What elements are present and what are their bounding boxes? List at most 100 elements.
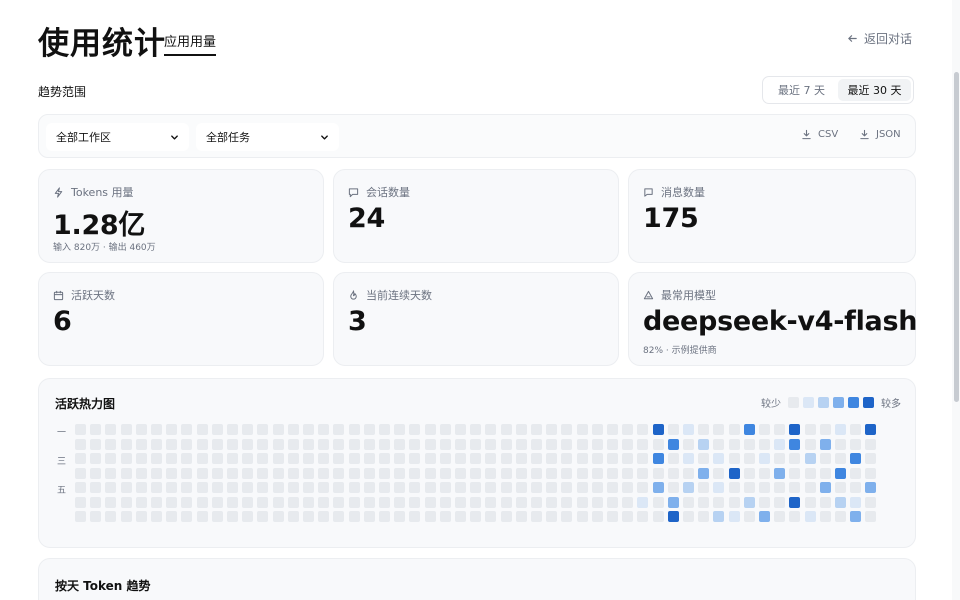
heatmap-cell[interactable]	[409, 438, 421, 450]
heatmap-cell[interactable]	[470, 424, 482, 435]
heatmap-cell[interactable]	[166, 482, 178, 493]
heatmap-cell[interactable]	[90, 482, 102, 493]
heatmap-cell[interactable]	[166, 511, 178, 522]
heatmap-cell[interactable]	[500, 496, 512, 508]
heatmap-cell[interactable]	[439, 424, 451, 435]
heatmap-cell[interactable]	[622, 438, 634, 450]
heatmap-cell[interactable]	[485, 482, 497, 493]
back-to-chat-link[interactable]: 返回对话	[847, 30, 912, 47]
heatmap-cell[interactable]	[835, 496, 846, 508]
heatmap-cell[interactable]	[652, 482, 664, 493]
heatmap-cell[interactable]	[272, 424, 284, 435]
heatmap-cell[interactable]	[409, 511, 421, 522]
heatmap-cell[interactable]	[759, 496, 770, 508]
heatmap-cell[interactable]	[850, 453, 862, 464]
heatmap-cell[interactable]	[424, 453, 436, 464]
heatmap-cell[interactable]	[698, 467, 710, 479]
heatmap-cell[interactable]	[166, 453, 178, 464]
heatmap-cell[interactable]	[865, 438, 877, 450]
heatmap-cell[interactable]	[637, 438, 649, 450]
heatmap-cell[interactable]	[561, 424, 573, 435]
heatmap-cell[interactable]	[789, 511, 801, 522]
heatmap-cell[interactable]	[333, 424, 345, 435]
heatmap-cell[interactable]	[424, 496, 436, 508]
range-30-days-button[interactable]: 最近 30 天	[838, 79, 911, 101]
heatmap-cell[interactable]	[348, 424, 360, 435]
heatmap-cell[interactable]	[394, 482, 406, 493]
heatmap-cell[interactable]	[409, 496, 421, 508]
heatmap-cell[interactable]	[591, 511, 603, 522]
heatmap-cell[interactable]	[166, 496, 178, 508]
heatmap-cell[interactable]	[363, 467, 375, 479]
heatmap-cell[interactable]	[835, 482, 846, 493]
heatmap-cell[interactable]	[713, 453, 725, 464]
heatmap-cell[interactable]	[455, 482, 466, 493]
heatmap-cell[interactable]	[850, 467, 862, 479]
heatmap-cell[interactable]	[394, 511, 406, 522]
heatmap-cell[interactable]	[531, 438, 542, 450]
heatmap-cell[interactable]	[819, 438, 831, 450]
heatmap-cell[interactable]	[242, 482, 254, 493]
heatmap-cell[interactable]	[713, 496, 725, 508]
heatmap-cell[interactable]	[835, 424, 846, 435]
heatmap-cell[interactable]	[287, 453, 299, 464]
heatmap-cell[interactable]	[303, 424, 314, 435]
heatmap-cell[interactable]	[227, 453, 238, 464]
heatmap-cell[interactable]	[90, 467, 102, 479]
heatmap-cell[interactable]	[318, 482, 330, 493]
heatmap-cell[interactable]	[637, 496, 649, 508]
heatmap-cell[interactable]	[728, 467, 740, 479]
heatmap-cell[interactable]	[698, 511, 710, 522]
heatmap-cell[interactable]	[257, 482, 269, 493]
heatmap-cell[interactable]	[637, 424, 649, 435]
heatmap-cell[interactable]	[287, 482, 299, 493]
heatmap-cell[interactable]	[75, 482, 86, 493]
heatmap-cell[interactable]	[242, 453, 254, 464]
heatmap-cell[interactable]	[181, 496, 193, 508]
heatmap-cell[interactable]	[865, 467, 877, 479]
heatmap-cell[interactable]	[333, 438, 345, 450]
heatmap-cell[interactable]	[713, 424, 725, 435]
heatmap-cell[interactable]	[591, 496, 603, 508]
heatmap-cell[interactable]	[546, 482, 558, 493]
heatmap-cell[interactable]	[227, 496, 238, 508]
heatmap-cell[interactable]	[151, 453, 162, 464]
heatmap-cell[interactable]	[90, 424, 102, 435]
heatmap-cell[interactable]	[531, 424, 542, 435]
heatmap-cell[interactable]	[470, 496, 482, 508]
heatmap-cell[interactable]	[546, 438, 558, 450]
heatmap-cell[interactable]	[135, 453, 147, 464]
heatmap-cell[interactable]	[591, 438, 603, 450]
heatmap-cell[interactable]	[485, 453, 497, 464]
heatmap-cell[interactable]	[576, 482, 588, 493]
heatmap-cell[interactable]	[348, 467, 360, 479]
heatmap-cell[interactable]	[561, 482, 573, 493]
heatmap-cell[interactable]	[774, 511, 786, 522]
heatmap-cell[interactable]	[363, 482, 375, 493]
heatmap-cell[interactable]	[561, 511, 573, 522]
heatmap-cell[interactable]	[455, 453, 466, 464]
heatmap-cell[interactable]	[470, 511, 482, 522]
heatmap-cell[interactable]	[257, 453, 269, 464]
heatmap-cell[interactable]	[409, 482, 421, 493]
heatmap-cell[interactable]	[394, 453, 406, 464]
heatmap-cell[interactable]	[743, 496, 755, 508]
heatmap-cell[interactable]	[303, 453, 314, 464]
heatmap-cell[interactable]	[135, 467, 147, 479]
heatmap-cell[interactable]	[485, 511, 497, 522]
heatmap-cell[interactable]	[500, 453, 512, 464]
heatmap-cell[interactable]	[227, 438, 238, 450]
heatmap-cell[interactable]	[835, 453, 846, 464]
heatmap-cell[interactable]	[607, 453, 618, 464]
heatmap-cell[interactable]	[576, 453, 588, 464]
heatmap-cell[interactable]	[348, 438, 360, 450]
heatmap-cell[interactable]	[850, 482, 862, 493]
heatmap-cell[interactable]	[743, 453, 755, 464]
heatmap-cell[interactable]	[470, 438, 482, 450]
heatmap-cell[interactable]	[272, 438, 284, 450]
heatmap-cell[interactable]	[576, 496, 588, 508]
heatmap-cell[interactable]	[439, 467, 451, 479]
heatmap-cell[interactable]	[804, 482, 816, 493]
heatmap-cell[interactable]	[743, 438, 755, 450]
heatmap-cell[interactable]	[500, 482, 512, 493]
